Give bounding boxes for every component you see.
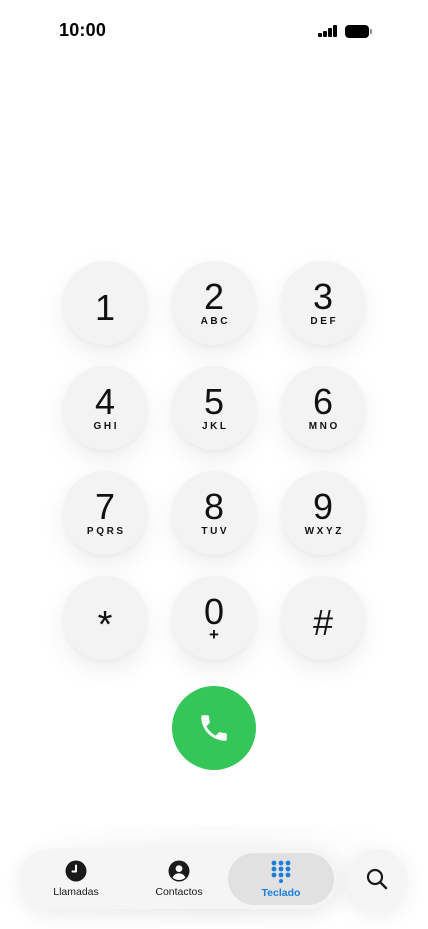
key-digit: 6 bbox=[312, 380, 334, 422]
call-button[interactable] bbox=[172, 686, 256, 770]
key-letters: ABC bbox=[200, 315, 231, 327]
key-letters: JKL bbox=[201, 420, 229, 432]
key-2[interactable]: 2 ABC bbox=[172, 261, 256, 345]
battery-icon bbox=[345, 25, 372, 38]
key-letters: GHI bbox=[93, 420, 120, 432]
clock-icon bbox=[65, 860, 87, 882]
key-letters: TUV bbox=[201, 525, 230, 537]
tab-label: Contactos bbox=[155, 886, 203, 898]
tab-contactos[interactable]: Contactos bbox=[124, 853, 234, 905]
key-digit: 8 bbox=[203, 485, 225, 527]
key-letters: DEF bbox=[310, 315, 339, 327]
key-digit: * bbox=[97, 604, 113, 646]
key-hash[interactable]: # bbox=[281, 576, 365, 660]
key-letters: MNO bbox=[308, 420, 340, 432]
key-7[interactable]: 7 PQRS bbox=[63, 471, 147, 555]
key-4[interactable]: 4 GHI bbox=[63, 366, 147, 450]
key-8[interactable]: 8 TUV bbox=[172, 471, 256, 555]
key-9[interactable]: 9 WXYZ bbox=[281, 471, 365, 555]
key-digit: # bbox=[312, 602, 334, 643]
phone-icon bbox=[201, 715, 227, 741]
cellular-signal-icon bbox=[318, 25, 338, 37]
key-digit: 1 bbox=[94, 287, 116, 328]
key-letters: PQRS bbox=[86, 525, 126, 537]
key-1[interactable]: 1 bbox=[63, 261, 147, 345]
key-3[interactable]: 3 DEF bbox=[281, 261, 365, 345]
key-star[interactable]: * bbox=[63, 576, 147, 660]
search-button[interactable] bbox=[347, 849, 407, 909]
tab-llamadas[interactable]: Llamadas bbox=[20, 853, 132, 905]
key-digit: 5 bbox=[203, 380, 225, 422]
person-icon bbox=[168, 860, 190, 882]
key-digit: 9 bbox=[312, 485, 334, 527]
key-digit: 7 bbox=[94, 485, 116, 527]
key-0[interactable]: 0 + bbox=[172, 576, 256, 660]
key-digit: 4 bbox=[94, 380, 116, 422]
tab-label: Teclado bbox=[261, 887, 301, 899]
status-time: 10:00 bbox=[59, 20, 107, 40]
key-letters: + bbox=[209, 625, 219, 644]
dial-keypad: 1 2 ABC 3 DEF 4 GHI 5 JKL 6 MNO 7 PQRS 8… bbox=[63, 261, 365, 660]
search-icon bbox=[366, 868, 388, 890]
tab-teclado[interactable]: Teclado bbox=[228, 853, 334, 905]
key-letters: WXYZ bbox=[304, 525, 344, 537]
key-5[interactable]: 5 JKL bbox=[172, 366, 256, 450]
keypad-grid-icon bbox=[271, 860, 291, 883]
status-bar: 10:00 bbox=[0, 0, 428, 62]
key-digit: 3 bbox=[312, 275, 334, 317]
key-digit: 2 bbox=[203, 275, 225, 317]
key-6[interactable]: 6 MNO bbox=[281, 366, 365, 450]
tab-bar: Llamadas Contactos Teclado bbox=[20, 849, 338, 909]
tab-label: Llamadas bbox=[53, 886, 99, 898]
